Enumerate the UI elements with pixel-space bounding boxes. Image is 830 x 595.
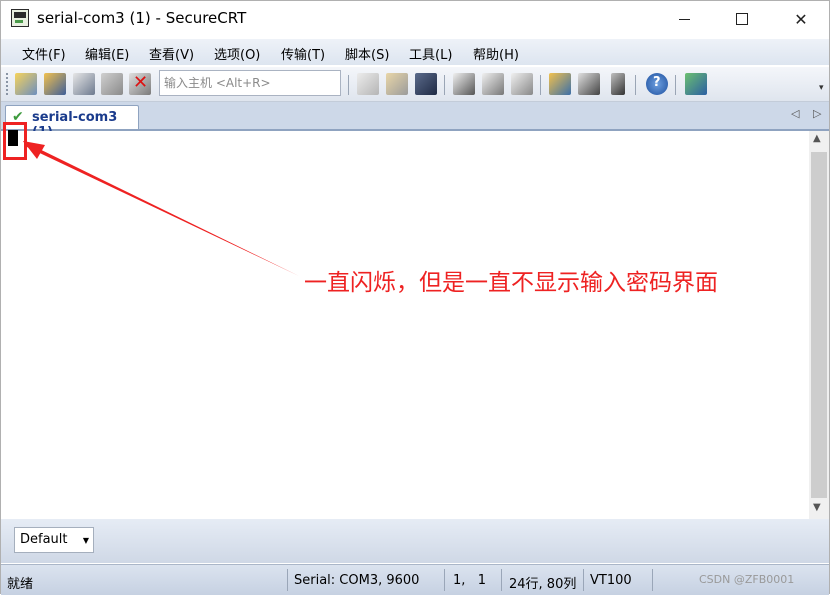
status-connection: Serial: COM3, 9600 [294,573,420,588]
status-separator [652,569,653,591]
annotation-arrow-head [23,141,45,159]
status-size: 24行, 80列 [509,577,577,592]
status-emulation: VT100 [590,573,632,588]
status-ready: 就绪 [7,577,34,592]
status-separator [444,569,445,591]
status-separator [287,569,288,591]
session-combo[interactable]: Default ▼ [14,527,94,553]
status-separator [583,569,584,591]
session-combo-value: Default [20,532,68,547]
chevron-down-icon[interactable]: ▼ [79,528,93,552]
watermark: CSDN @ZFB0001 [699,573,795,586]
status-cursor-position: 1, 1 [453,573,487,588]
annotation-arrow [23,141,299,276]
status-separator [501,569,502,591]
annotation-text: 一直闪烁，但是一直不显示输入密码界面 [304,270,718,296]
session-bar [1,519,829,563]
annotation-arrow-shaft [23,141,299,276]
securecrt-window: serial-com3 (1) - SecureCRT ✕ 文件(F) 编辑(E… [0,0,830,595]
